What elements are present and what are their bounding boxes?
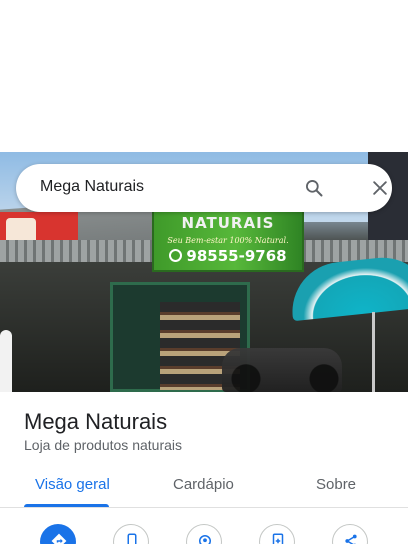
photo-store-sign: NATURAIS Seu Bem-estar 100% Natural. 985… [152,210,304,272]
call-button[interactable] [113,524,149,544]
save-button[interactable] [259,524,295,544]
close-icon[interactable] [370,178,390,198]
search-icon[interactable] [304,178,324,198]
location-icon [199,535,211,544]
tab-sobre[interactable]: Sobre [316,476,356,493]
action-buttons [0,524,408,544]
share-icon [345,534,357,544]
tab-bar: Visão geral Cardápio Sobre [0,464,408,508]
search-input[interactable]: Mega Naturais [40,178,144,196]
directions-button[interactable] [40,524,76,544]
photo-sign-subtitle: Seu Bem-estar 100% Natural. [167,236,289,245]
tab-visao-geral[interactable]: Visão geral [35,476,110,493]
tab-cardapio[interactable]: Cardápio [173,476,234,493]
blank-top-area [0,0,408,152]
photo-motorbike [222,348,342,392]
location-button[interactable] [186,524,222,544]
save-icon [272,533,284,544]
phone-icon [127,533,137,544]
whatsapp-icon [169,249,183,262]
share-button[interactable] [332,524,368,544]
photo-sign-phone: 98555-9768 [154,247,302,265]
photo-sign-title: NATURAIS [181,214,275,232]
place-name: Mega Naturais [24,409,168,434]
photo-person [0,330,12,392]
photo-sign-phone-number: 98555-9768 [186,247,287,265]
active-tab-indicator [24,504,109,507]
place-category: Loja de produtos naturais [24,437,182,453]
search-bar[interactable]: Mega Naturais [16,164,392,212]
directions-icon [51,533,67,544]
photo-umbrella-pole [372,312,375,392]
